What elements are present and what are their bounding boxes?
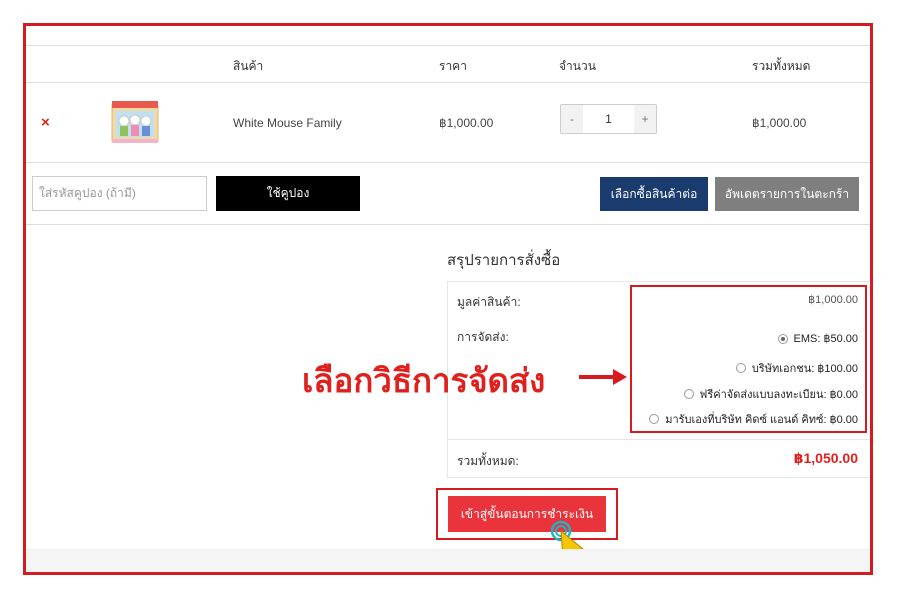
total-label: รวมทั้งหมด: (457, 454, 519, 468)
shipping-label: การจัดส่ง: (457, 330, 509, 344)
update-cart-button[interactable]: อัพเดตรายการในตะกร้า (715, 177, 859, 211)
order-summary-title: สรุปรายการสั่งซื้อ (447, 252, 561, 269)
quantity-input[interactable]: 1 (583, 105, 634, 133)
apply-coupon-button[interactable]: ใช้คูปอง (216, 176, 360, 211)
bottom-strip (26, 549, 870, 572)
product-price: ฿1,000.00 (439, 116, 494, 130)
header-quantity: จำนวน (559, 59, 596, 73)
cart-table: สินค้า ราคา จำนวน รวมทั้งหมด × White Mou… (26, 45, 870, 225)
coupon-row: ใส่รหัสคูปอง (ถ้ามี) ใช้คูปอง เลือกซื้อส… (26, 163, 870, 225)
quantity-minus-button[interactable]: - (561, 105, 583, 133)
total-value: ฿1,050.00 (793, 450, 858, 466)
subtotal-label: มูลค่าสินค้า: (457, 295, 521, 309)
quantity-stepper: - 1 + (560, 104, 657, 134)
continue-shopping-button[interactable]: เลือกซื้อสินค้าต่อ (600, 177, 708, 211)
header-price: ราคา (439, 59, 467, 73)
shipping-highlight-box (630, 285, 867, 433)
coupon-input[interactable]: ใส่รหัสคูปอง (ถ้ามี) (32, 176, 207, 211)
header-product: สินค้า (233, 59, 264, 73)
summary-divider (448, 439, 870, 440)
product-name[interactable]: White Mouse Family (233, 116, 342, 130)
table-row: × White Mouse Family ฿1,000.00 - 1 + ฿1, (26, 83, 870, 163)
header-total: รวมทั้งหมด (752, 59, 811, 73)
remove-item-icon[interactable]: × (41, 114, 50, 131)
arrow-right-icon (579, 369, 627, 385)
cart-table-header: สินค้า ราคา จำนวน รวมทั้งหมด (26, 46, 870, 83)
line-total: ฿1,000.00 (752, 116, 807, 130)
tutorial-frame: สินค้า ราคา จำนวน รวมทั้งหมด × White Mou… (23, 23, 873, 575)
product-thumbnail[interactable] (110, 99, 160, 145)
quantity-plus-button[interactable]: + (634, 105, 656, 133)
shipping-annotation: เลือกวิธีการจัดส่ง (302, 362, 546, 399)
